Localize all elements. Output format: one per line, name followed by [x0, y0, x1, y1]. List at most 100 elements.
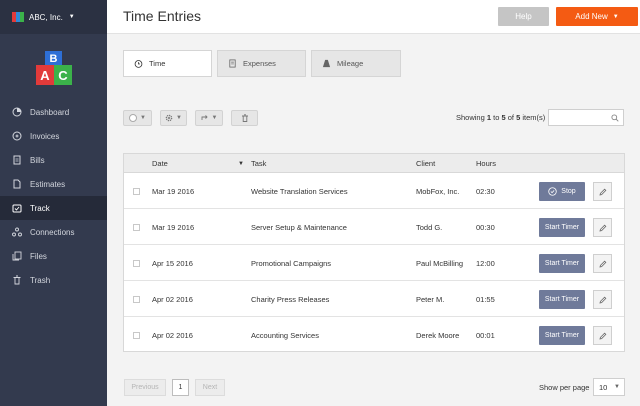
org-switcher[interactable]: ABC, Inc. ▼: [0, 0, 107, 34]
sidebar: ABC, Inc. ▼ B A C Dashboard Invoices Bil…: [0, 0, 107, 406]
svg-text:C: C: [58, 68, 68, 83]
column-task[interactable]: Task: [251, 159, 266, 168]
start-timer-button[interactable]: Start Timer: [539, 254, 585, 273]
org-name: ABC, Inc.: [29, 12, 63, 22]
column-hours[interactable]: Hours: [476, 159, 496, 168]
pencil-icon: [598, 188, 606, 196]
table-row[interactable]: Mar 19 2016 Server Setup & Maintenance T…: [124, 209, 624, 245]
sidebar-item-track[interactable]: Track: [0, 196, 107, 220]
sidebar-item-invoices[interactable]: Invoices: [0, 124, 107, 148]
table-row[interactable]: Apr 15 2016 Promotional Campaigns Paul M…: [124, 245, 624, 281]
per-page-select[interactable]: 10 ▼: [593, 378, 625, 396]
chevron-down-icon: ▼: [176, 115, 182, 121]
start-timer-button[interactable]: Start Timer: [539, 290, 585, 309]
help-button[interactable]: Help: [498, 7, 549, 26]
checkbox-icon: [129, 114, 138, 122]
showing-prefix: Showing: [456, 113, 487, 122]
edit-button[interactable]: [593, 290, 612, 309]
time-entries-table: Date ▼ Task Client Hours Mar 19 2016 Web…: [123, 153, 625, 352]
row-checkbox[interactable]: [133, 296, 140, 303]
cell-client: Derek Moore: [416, 331, 460, 340]
row-checkbox[interactable]: [133, 188, 140, 195]
cell-client: MobFox, Inc.: [416, 187, 460, 196]
pencil-icon: [598, 332, 606, 340]
connections-icon: [12, 227, 22, 237]
cell-task: Accounting Services: [251, 331, 319, 340]
sidebar-item-label: Connections: [30, 227, 75, 237]
sidebar-item-bills[interactable]: Bills: [0, 148, 107, 172]
edit-button[interactable]: [593, 182, 612, 201]
sidebar-item-estimates[interactable]: Estimates: [0, 172, 107, 196]
chevron-down-icon: ▼: [614, 384, 620, 390]
row-checkbox[interactable]: [133, 260, 140, 267]
stop-timer-button[interactable]: Stop: [539, 182, 585, 201]
expenses-icon: [228, 59, 237, 68]
select-all-dropdown[interactable]: ▼: [123, 110, 152, 126]
cell-task: Promotional Campaigns: [251, 259, 332, 268]
invoices-icon: [12, 131, 22, 141]
settings-dropdown[interactable]: ▼: [160, 110, 187, 126]
page-number-button[interactable]: 1: [172, 379, 189, 396]
tab-expenses[interactable]: Expenses: [217, 50, 306, 77]
column-date[interactable]: Date: [152, 159, 168, 168]
showing-to-word: to: [491, 113, 502, 122]
tab-label: Mileage: [337, 59, 364, 68]
tab-mileage[interactable]: Mileage: [311, 50, 401, 77]
cell-hours: 01:55: [476, 295, 495, 304]
cell-date: Apr 15 2016: [152, 259, 193, 268]
table-row[interactable]: Apr 02 2016 Accounting Services Derek Mo…: [124, 317, 624, 353]
trash-icon: [12, 275, 22, 285]
sidebar-item-trash[interactable]: Trash: [0, 268, 107, 292]
start-timer-button[interactable]: Start Timer: [539, 326, 585, 345]
svg-text:A: A: [40, 68, 50, 83]
sort-desc-icon[interactable]: ▼: [238, 161, 244, 167]
per-page-label: Show per page: [539, 383, 590, 392]
showing-of-word: of: [505, 113, 517, 122]
edit-button[interactable]: [593, 326, 612, 345]
sidebar-item-files[interactable]: Files: [0, 244, 107, 268]
button-label: Stop: [561, 188, 576, 195]
search-icon: [611, 114, 619, 122]
cell-date: Mar 19 2016: [152, 187, 195, 196]
gear-icon: [165, 114, 173, 122]
cell-task: Server Setup & Maintenance: [251, 223, 347, 232]
sidebar-item-dashboard[interactable]: Dashboard: [0, 100, 107, 124]
chevron-down-icon: ▼: [140, 115, 146, 121]
estimates-icon: [12, 179, 22, 189]
track-icon: [12, 203, 22, 213]
abc-blocks-logo: B A C: [36, 51, 72, 85]
sidebar-item-label: Invoices: [30, 131, 60, 141]
share-icon: [201, 115, 208, 120]
tab-label: Time: [149, 59, 166, 68]
tab-time[interactable]: Time: [123, 50, 212, 77]
cell-client: Peter M.: [416, 295, 445, 304]
delete-button[interactable]: [231, 110, 258, 126]
row-checkbox[interactable]: [133, 332, 140, 339]
add-new-button[interactable]: Add New ▼: [556, 7, 638, 26]
org-logo-icon: [12, 12, 24, 22]
tab-label: Expenses: [243, 59, 276, 68]
table-row[interactable]: Mar 19 2016 Website Translation Services…: [124, 173, 624, 209]
files-icon: [12, 251, 22, 261]
column-client[interactable]: Client: [416, 159, 435, 168]
check-circle-icon: [548, 187, 557, 196]
cell-task: Charity Press Releases: [251, 295, 330, 304]
chevron-down-icon: ▼: [68, 14, 75, 20]
table-row[interactable]: Apr 02 2016 Charity Press Releases Peter…: [124, 281, 624, 317]
previous-page-button[interactable]: Previous: [124, 379, 166, 396]
move-dropdown[interactable]: ▼: [195, 110, 223, 126]
pencil-icon: [598, 296, 606, 304]
sidebar-item-connections[interactable]: Connections: [0, 220, 107, 244]
table-header: Date ▼ Task Client Hours: [124, 154, 624, 173]
sidebar-item-label: Files: [30, 251, 47, 261]
dashboard-icon: [12, 107, 22, 117]
edit-button[interactable]: [593, 254, 612, 273]
row-checkbox[interactable]: [133, 224, 140, 231]
next-page-button[interactable]: Next: [195, 379, 225, 396]
start-timer-button[interactable]: Start Timer: [539, 218, 585, 237]
search-input[interactable]: [548, 109, 624, 126]
edit-button[interactable]: [593, 218, 612, 237]
sidebar-nav: Dashboard Invoices Bills Estimates Track…: [0, 100, 107, 292]
chevron-down-icon: ▼: [612, 13, 619, 20]
sidebar-item-label: Track: [30, 203, 50, 213]
